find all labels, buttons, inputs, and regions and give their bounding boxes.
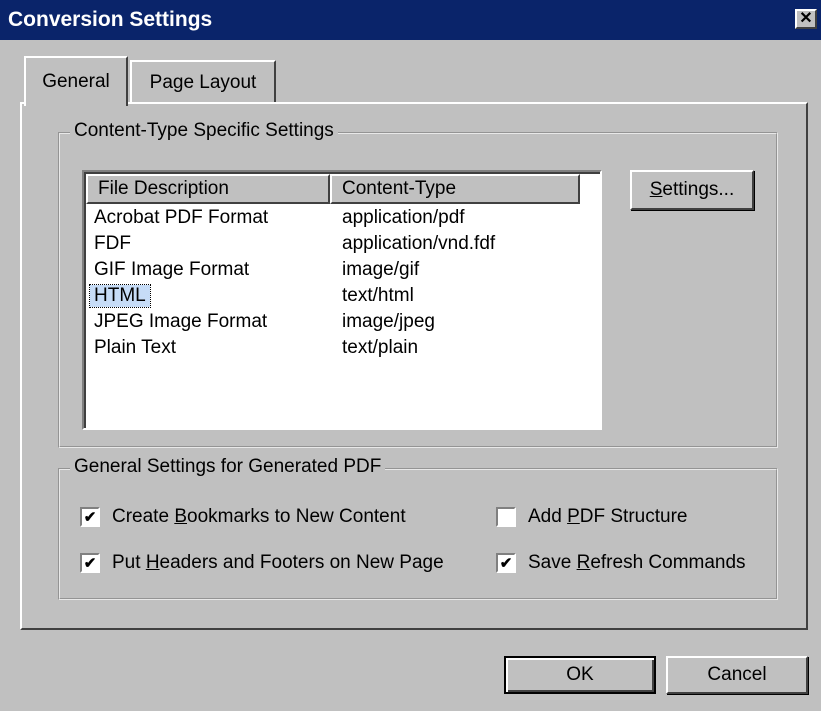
window-title: Conversion Settings: [8, 8, 213, 31]
cancel-button[interactable]: Cancel: [666, 656, 808, 694]
tab-panel: [20, 102, 808, 630]
cancel-button-label: Cancel: [707, 664, 767, 685]
ok-button-label: OK: [566, 664, 594, 685]
tab-general-label: General: [42, 71, 110, 92]
title-bar: Conversion Settings ✕: [0, 0, 821, 40]
close-icon: ✕: [799, 10, 813, 27]
tab-page-layout[interactable]: Page Layout: [130, 60, 276, 104]
tab-page-layout-label: Page Layout: [149, 72, 257, 93]
close-button[interactable]: ✕: [795, 9, 817, 29]
tab-general[interactable]: General: [24, 56, 128, 106]
ok-button[interactable]: OK: [504, 656, 656, 694]
